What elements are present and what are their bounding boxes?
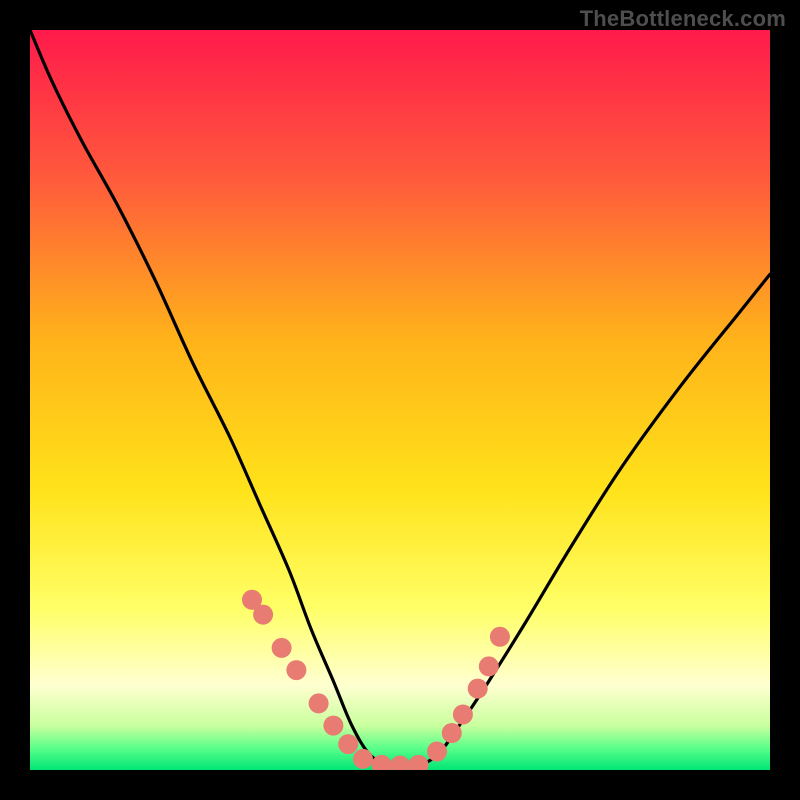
data-marker (442, 723, 462, 743)
data-marker (353, 749, 373, 769)
data-marker (490, 627, 510, 647)
plot-background (30, 30, 770, 770)
data-marker (253, 605, 273, 625)
data-marker (427, 742, 447, 762)
data-marker (323, 716, 343, 736)
watermark-label: TheBottleneck.com (580, 6, 786, 32)
data-marker (309, 693, 329, 713)
data-marker (390, 756, 410, 776)
data-marker (272, 638, 292, 658)
data-marker (286, 660, 306, 680)
data-marker (338, 734, 358, 754)
bottleneck-chart (0, 0, 800, 800)
data-marker (453, 705, 473, 725)
chart-container: TheBottleneck.com (0, 0, 800, 800)
data-marker (468, 679, 488, 699)
data-marker (479, 656, 499, 676)
data-marker (372, 755, 392, 775)
data-marker (409, 755, 429, 775)
